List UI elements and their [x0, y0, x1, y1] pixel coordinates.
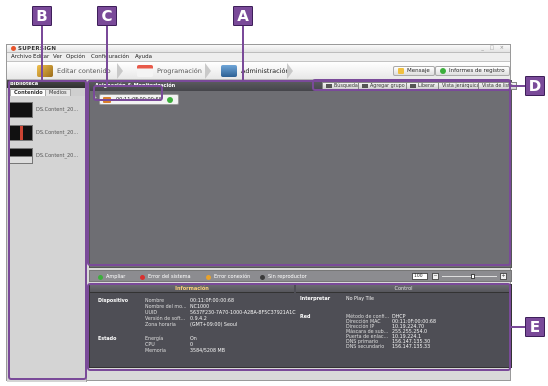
status-legend-bar: Ampliar Error del sistema Error conexión…: [89, 270, 512, 282]
step-administracion[interactable]: Administración: [221, 64, 290, 78]
zoom-slider[interactable]: [442, 276, 497, 277]
expand-icon: [98, 274, 103, 280]
window-controls[interactable]: _ □ ×: [481, 45, 506, 51]
callout-marker-d: D: [525, 76, 545, 96]
info-icon: [440, 68, 446, 74]
registry-label: Informes de registro: [449, 68, 505, 74]
callout-box-a: [87, 80, 511, 266]
no-player-icon: [260, 274, 265, 280]
legend-label: Sin reproductor: [268, 274, 307, 280]
callout-line-b: [41, 26, 43, 80]
menu-ver[interactable]: Ver: [53, 54, 62, 60]
step-label: Administración: [241, 67, 290, 75]
menu-bar: Archivo Editar Ver Opción Configuración …: [7, 53, 510, 62]
message-button[interactable]: Mensaje: [393, 66, 435, 76]
step-programacion[interactable]: Programación: [137, 64, 202, 78]
menu-configuracion[interactable]: Configuración: [91, 54, 129, 60]
logo-icon: [11, 46, 16, 51]
callout-box-d: [312, 79, 511, 91]
zoom-in-button[interactable]: +: [500, 273, 507, 280]
callout-marker-c: C: [97, 6, 117, 26]
legend-ampliar[interactable]: Ampliar: [98, 274, 125, 280]
legend-label: Ampliar: [106, 274, 126, 280]
zoom-out-button[interactable]: −: [432, 273, 439, 280]
callout-box-e: [87, 283, 511, 371]
step-editar-contenido[interactable]: Editar contenido: [37, 64, 111, 78]
callout-line-e: [511, 326, 525, 328]
legend-connection-error: Error conexión: [206, 274, 250, 280]
step-arrow: [287, 63, 293, 79]
menu-opcion[interactable]: Opción: [66, 54, 85, 60]
clapperboard-icon: [37, 65, 53, 77]
menu-ayuda[interactable]: Ayuda: [135, 54, 152, 60]
callout-box-b: [8, 80, 87, 380]
callout-marker-b: B: [32, 6, 52, 26]
callout-marker-e: E: [525, 317, 545, 337]
legend-label: Error del sistema: [148, 274, 191, 280]
legend-system-error: Error del sistema: [140, 274, 191, 280]
title-bar: SUPERSIGN _ □ ×: [7, 45, 510, 53]
step-arrow: [205, 63, 211, 79]
legend-label: Error conexión: [214, 274, 251, 280]
workflow-toolbar: Editar contenido Programación Administra…: [7, 62, 510, 80]
legend-no-player: Sin reproductor: [260, 274, 307, 280]
error-icon: [140, 274, 145, 280]
envelope-icon: [398, 68, 404, 74]
step-arrow: [117, 63, 123, 79]
calendar-icon: [137, 65, 153, 77]
callout-marker-a: A: [233, 6, 253, 26]
zoom-input[interactable]: 100: [412, 273, 428, 280]
callout-line-d: [511, 85, 525, 87]
step-label: Editar contenido: [57, 67, 111, 75]
message-label: Mensaje: [407, 68, 430, 74]
app-brand: SUPERSIGN: [18, 46, 57, 52]
monitor-icon: [221, 65, 237, 77]
callout-line-c: [106, 26, 108, 85]
menu-archivo[interactable]: Archivo: [11, 54, 32, 60]
zoom-slider-handle[interactable]: [471, 274, 475, 279]
registry-report-button[interactable]: Informes de registro: [435, 66, 510, 76]
callout-line-a: [242, 26, 244, 80]
app-logo: SUPERSIGN: [11, 46, 56, 52]
step-label: Programación: [157, 67, 202, 75]
warning-icon: [206, 274, 211, 280]
